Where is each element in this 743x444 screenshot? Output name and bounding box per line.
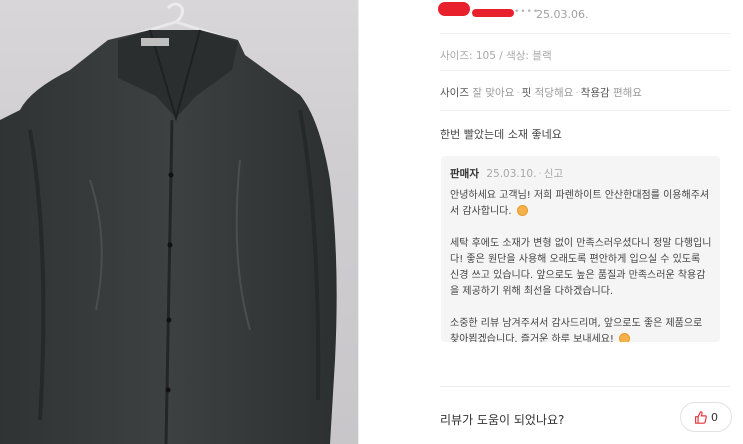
attr-key-size: 사이즈 — [440, 87, 469, 99]
reply-author: 판매자 — [450, 168, 479, 180]
attr-value-fit: 적당해요 — [534, 87, 574, 99]
review-card: •••• 25.03.06. 사이즈: 105 / 색상: 블랙 사이즈 잘 맞… — [0, 0, 743, 444]
reply-paragraph: 소중한 리뷰 남겨주셔서 감사드리며, 앞으로도 좋은 제품으로 찾아뵙겠습니다… — [450, 318, 703, 342]
review-date: 25.03.06. — [536, 8, 589, 21]
redacted-user-name — [438, 2, 470, 16]
divider — [440, 110, 730, 111]
review-text: 한번 빨았는데 소재 좋네요 — [440, 128, 562, 141]
review-content: •••• 25.03.06. 사이즈: 105 / 색상: 블랙 사이즈 잘 맞… — [358, 0, 743, 444]
reply-date: 25.03.10. — [486, 168, 537, 180]
thumbs-up-icon — [695, 410, 707, 424]
seller-reply: 판매자 25.03.10. · 신고 안녕하세요 고객님! 저희 파렌하이트 안산한… — [441, 156, 720, 342]
purchase-option: 사이즈: 105 / 색상: 블랙 — [440, 50, 552, 62]
smile-emoji-icon — [516, 205, 528, 216]
reply-paragraph: 안녕하세요 고객님! 저희 파렌하이트 안산한대점를 이용해주셔서 감사합니다. — [450, 190, 710, 217]
reply-header: 판매자 25.03.10. · 신고 — [450, 168, 564, 180]
panel-divider — [358, 0, 359, 444]
attr-value-comfort: 편해요 — [612, 87, 642, 99]
reply-body: 안녕하세요 고객님! 저희 파렌하이트 안산한대점를 이용해주셔서 감사합니다.… — [450, 188, 712, 342]
reply-paragraph: 세탁 후에도 소재가 변형 없이 만족스러우셨다니 정말 다행입니다! 좋은 원… — [450, 238, 712, 297]
attr-key-fit: 핏 — [521, 87, 532, 99]
attr-value-size: 잘 맞아요 — [472, 87, 515, 99]
attr-key-comfort: 착용감 — [580, 87, 610, 99]
redacted-user-id — [472, 9, 514, 17]
helpful-count: 0 — [711, 410, 718, 424]
review-photo[interactable] — [0, 0, 358, 444]
report-link[interactable]: 신고 — [544, 168, 563, 180]
helpful-button[interactable]: 0 — [680, 402, 732, 432]
divider — [440, 70, 730, 71]
smile-emoji-icon — [619, 333, 631, 342]
divider — [440, 386, 730, 387]
divider — [440, 33, 730, 34]
helpful-question: 리뷰가 도움이 되었나요? — [440, 413, 565, 427]
review-attributes: 사이즈 잘 맞아요 · 핏 적당해요 · 착용감 편해요 — [440, 87, 642, 99]
